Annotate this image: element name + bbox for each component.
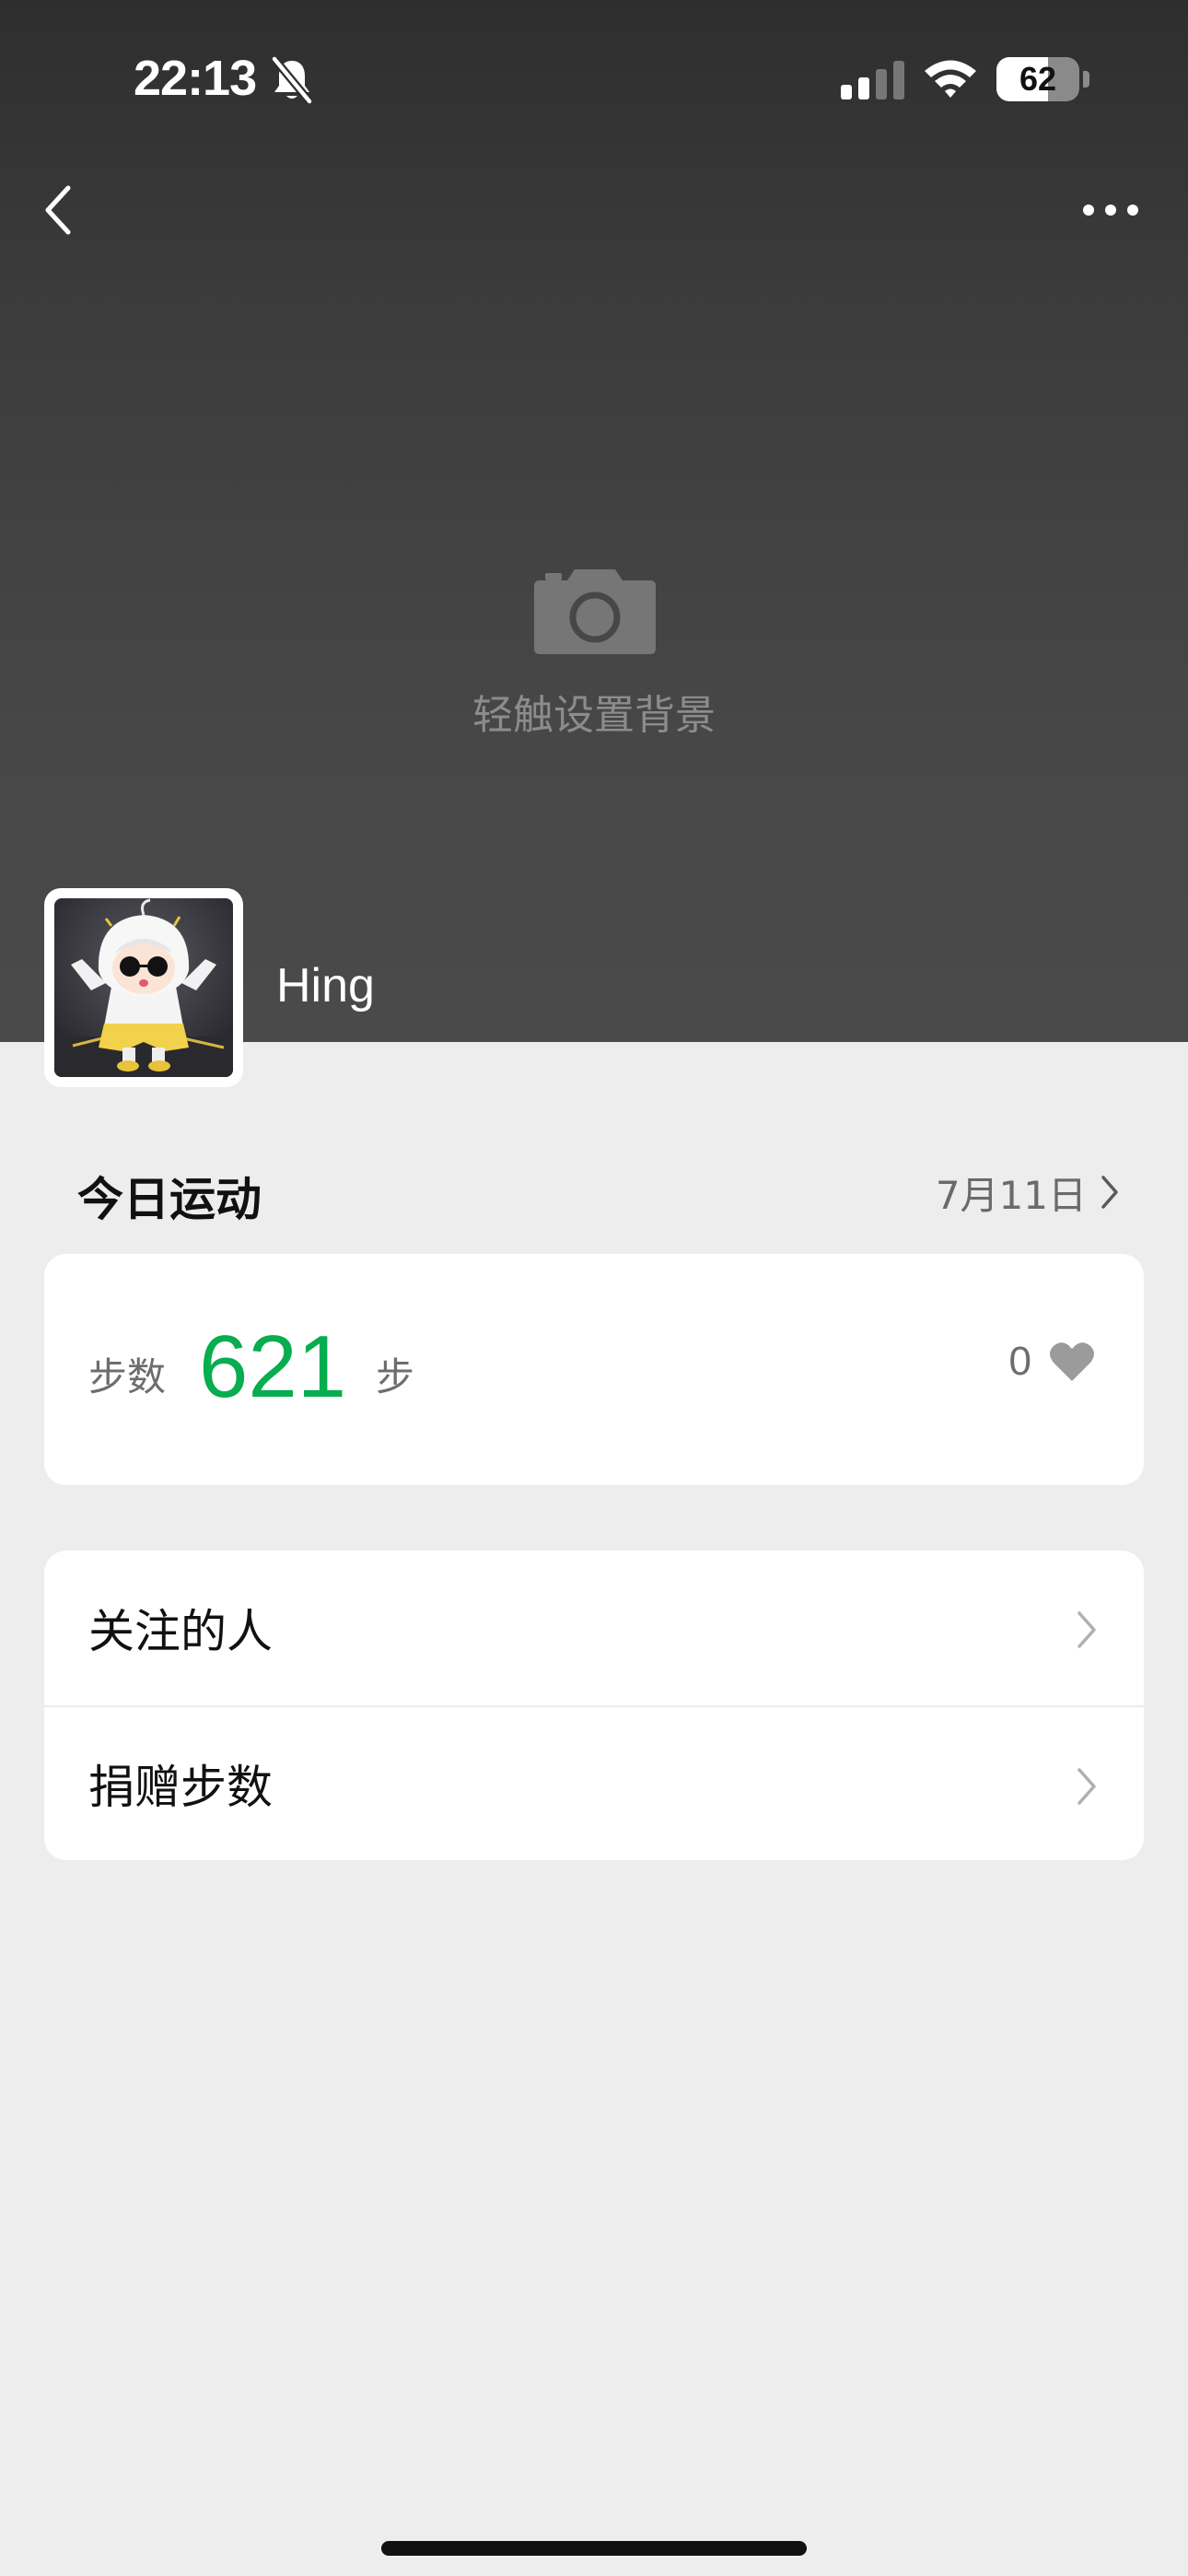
menu-item-donate-steps[interactable]: 捐赠步数 [44,1705,1144,1860]
menu-item-label: 关注的人 [88,1605,273,1658]
status-time: 22:13 [134,51,257,106]
menu-list: 关注的人 捐赠步数 [44,1551,1144,1860]
avatar[interactable] [44,888,243,1087]
set-cover-button[interactable]: 轻触设置背景 [424,544,764,765]
steps-label: 步数 [88,1354,167,1399]
date-text: 7月11日 [935,1172,1087,1218]
username: Hing [276,959,375,1013]
more-button[interactable] [1076,184,1149,236]
avatar-image [54,898,233,1077]
back-button[interactable] [37,175,96,245]
cellular-signal-icon [841,61,904,100]
like-button[interactable]: 0 [1009,1339,1096,1385]
chevron-right-icon [1077,1768,1096,1805]
set-cover-label: 轻触设置背景 [472,692,716,739]
home-indicator [381,2541,807,2556]
heart-icon [1050,1342,1094,1381]
date-selector[interactable]: 7月11日 [936,1163,1120,1222]
camera-icon [534,569,656,654]
steps-unit: 步 [376,1354,415,1399]
battery-icon: 62 [996,57,1092,101]
chevron-right-icon [1101,1176,1118,1209]
menu-item-label: 捐赠步数 [88,1761,273,1814]
more-dots-icon [1083,205,1138,216]
chevron-left-icon [45,185,71,235]
steps-card[interactable]: 步数 621 步 0 [44,1254,1144,1485]
menu-item-following[interactable]: 关注的人 [44,1551,1144,1705]
section-title-today: 今日运动 [77,1173,262,1226]
chevron-right-icon [1077,1611,1096,1648]
likes-count: 0 [1008,1339,1031,1384]
profile-header: 22:13 62 轻触设置背景 Hing [0,0,1188,1042]
battery-level: 62 [1019,60,1057,98]
wifi-icon [925,60,976,98]
steps-count: 621 [199,1317,347,1416]
bell-slash-icon [271,56,313,104]
